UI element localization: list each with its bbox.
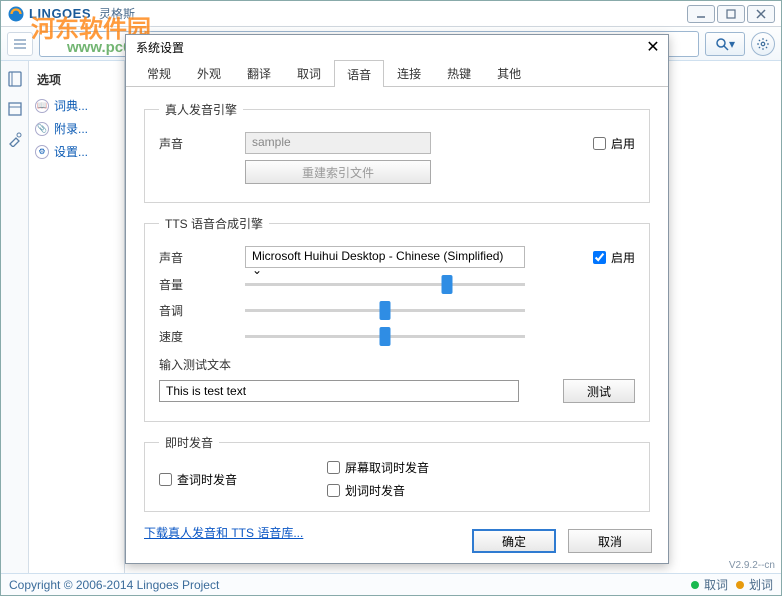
group-legend: TTS 语音合成引擎 <box>159 215 269 232</box>
human-voice-select: sample <box>245 132 431 154</box>
search-icon <box>715 37 729 51</box>
dictionary-rail-icon[interactable] <box>7 71 23 87</box>
tab-translate[interactable]: 翻译 <box>234 59 284 86</box>
app-logo-icon <box>7 5 25 23</box>
rate-slider[interactable] <box>245 326 635 346</box>
group-instant: 即时发音 查词时发音 屏幕取词时发音 划词时发音 <box>144 434 650 512</box>
tts-voice-select[interactable]: Microsoft Huihui Desktop - Chinese (Simp… <box>245 246 525 268</box>
human-enable-checkbox[interactable]: 启用 <box>593 135 635 152</box>
sidebar-item-dictionary[interactable]: 📖 词典... <box>33 94 120 117</box>
gear-icon <box>756 37 770 51</box>
status-quci[interactable]: 取词 <box>691 576 728 593</box>
tools-rail-icon[interactable] <box>7 131 23 147</box>
tabs: 常规 外观 翻译 取词 语音 连接 热键 其他 <box>126 59 668 87</box>
test-text-label: 输入测试文本 <box>159 356 231 373</box>
group-legend: 真人发音引擎 <box>159 101 243 118</box>
sidebar-item-settings[interactable]: ⚙ 设置... <box>33 140 120 163</box>
close-button[interactable] <box>747 5 775 23</box>
tts-enable-checkbox[interactable]: 启用 <box>593 249 635 266</box>
tab-general[interactable]: 常规 <box>134 59 184 86</box>
gear-icon: ⚙ <box>35 145 49 159</box>
rebuild-index-button[interactable]: 重建索引文件 <box>245 160 431 184</box>
brand-en: LINGOES <box>29 6 91 21</box>
tts-voice-label: 声音 <box>159 249 235 266</box>
tab-hotkey[interactable]: 热键 <box>434 59 484 86</box>
status-dot-icon <box>736 581 744 589</box>
group-tts: TTS 语音合成引擎 声音 Microsoft Huihui Desktop -… <box>144 215 650 422</box>
status-dot-icon <box>691 581 699 589</box>
search-button[interactable]: ▾ <box>705 32 745 56</box>
sidebar-title: 选项 <box>33 67 120 94</box>
tab-speech[interactable]: 语音 <box>334 60 384 87</box>
instant-cursor-checkbox[interactable]: 划词时发音 <box>327 482 429 499</box>
settings-dialog: 系统设置 ✕ 常规 外观 翻译 取词 语音 连接 热键 其他 真人发音引擎 声音… <box>125 34 669 564</box>
group-legend: 即时发音 <box>159 434 219 451</box>
download-voices-link[interactable]: 下载真人发音和 TTS 语音库... <box>144 526 303 540</box>
volume-slider[interactable] <box>245 274 635 294</box>
brand-cn: 灵格斯 <box>99 5 135 22</box>
dialog-close-button[interactable]: ✕ <box>644 38 662 56</box>
ok-button[interactable]: 确定 <box>472 529 556 553</box>
sidebar-item-appendix[interactable]: 📎 附录... <box>33 117 120 140</box>
test-button[interactable]: 测试 <box>563 379 635 403</box>
sidebar-item-label: 设置... <box>54 143 88 160</box>
maximize-button[interactable] <box>717 5 745 23</box>
settings-button[interactable] <box>751 32 775 56</box>
tab-capture[interactable]: 取词 <box>284 59 334 86</box>
menu-button[interactable] <box>7 32 33 56</box>
volume-label: 音量 <box>159 276 235 293</box>
pitch-slider[interactable] <box>245 300 635 320</box>
instant-lookup-checkbox[interactable]: 查词时发音 <box>159 459 237 499</box>
pitch-label: 音调 <box>159 302 235 319</box>
group-human-voice: 真人发音引擎 声音 sample 启用 重建索引文件 <box>144 101 650 203</box>
dialog-title: 系统设置 <box>136 39 184 56</box>
book-icon: 📖 <box>35 99 49 113</box>
appendix-rail-icon[interactable] <box>7 101 23 117</box>
voice-label: 声音 <box>159 135 235 152</box>
cancel-button[interactable]: 取消 <box>568 529 652 553</box>
sidebar-item-label: 附录... <box>54 120 88 137</box>
version-label: V2.9.2--cn <box>729 560 775 571</box>
rate-label: 速度 <box>159 328 235 345</box>
sidebar-item-label: 词典... <box>54 97 88 114</box>
tab-connection[interactable]: 连接 <box>384 59 434 86</box>
test-text-input[interactable] <box>159 380 519 402</box>
attach-icon: 📎 <box>35 122 49 136</box>
tab-other[interactable]: 其他 <box>484 59 534 86</box>
instant-screen-checkbox[interactable]: 屏幕取词时发音 <box>327 459 429 476</box>
minimize-button[interactable] <box>687 5 715 23</box>
copyright: Copyright © 2006-2014 Lingoes Project <box>9 578 219 592</box>
tab-appearance[interactable]: 外观 <box>184 59 234 86</box>
status-huaci[interactable]: 划词 <box>736 576 773 593</box>
